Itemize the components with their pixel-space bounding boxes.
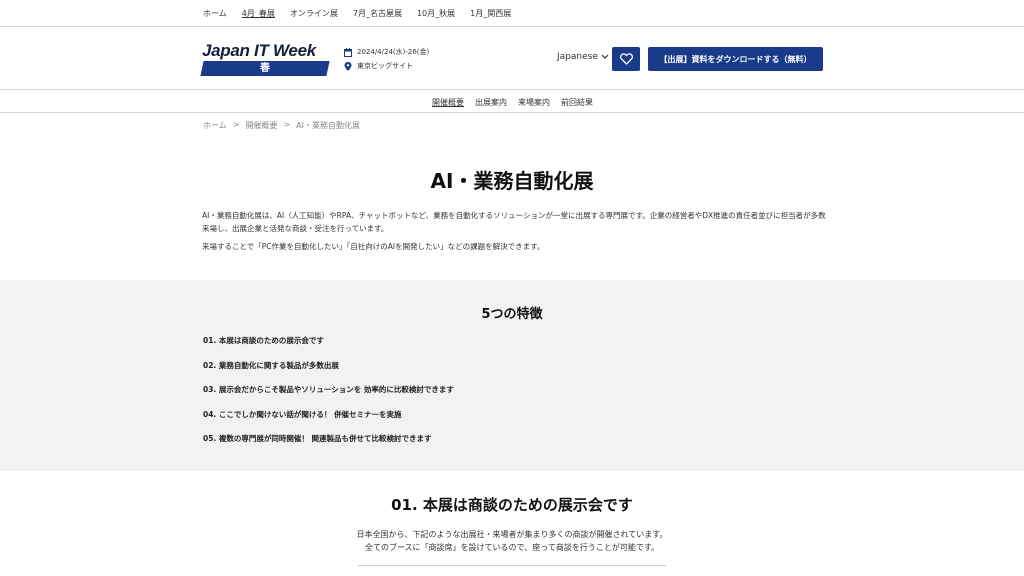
top-nav-link-online[interactable]: オンライン展 bbox=[290, 8, 338, 19]
breadcrumb-home[interactable]: ホーム bbox=[203, 120, 227, 131]
logo-text: Japan IT Week bbox=[202, 41, 316, 60]
sub-nav-items: 開催概要 出展案内 来場案内 前回結果 bbox=[432, 97, 593, 108]
section-01-line-2: 全てのブースに「商談席」を設けているので、座って商談を行うことが可能です。 bbox=[364, 543, 660, 552]
feature-item[interactable]: 04. ここでしか聞けない話が聞ける！ 併催セミナーを実施 bbox=[203, 409, 454, 434]
features-title: 5つの特徴 bbox=[481, 307, 543, 322]
features-section: 5つの特徴 01. 本展は商談のための展示会です 02. 業務自動化に関する製品… bbox=[0, 280, 1024, 471]
calendar-icon bbox=[344, 47, 352, 57]
event-date: 2024/4/24(水)-26(金) bbox=[357, 47, 430, 56]
breadcrumb-separator: > bbox=[232, 120, 240, 129]
intro-paragraph-2: 来場することで「PC作業を自動化したい」「自社向けのAIを開発したい」などの課題… bbox=[202, 242, 545, 251]
sub-nav-exhibitor-info[interactable]: 出展案内 bbox=[475, 97, 507, 108]
event-info: 2024/4/24(水)-26(金) 東京ビッグサイト bbox=[344, 45, 429, 73]
event-date-row: 2024/4/24(水)-26(金) bbox=[344, 45, 429, 59]
section-01-line-1: 日本全国から、下記のような出展社・来場者が集まり多くの商談が開催されています。 bbox=[356, 530, 668, 539]
favorite-button[interactable] bbox=[612, 47, 640, 71]
top-nav-link-nagoya[interactable]: 7月_名古屋展 bbox=[353, 8, 402, 19]
intro-paragraph-1: AI・業務自動化展は、AI（人工知能）やRPA、チャットボットなど、業務を自動化… bbox=[202, 211, 826, 233]
feature-item[interactable]: 03. 展示会だからこそ製品やソリューションを 効率的に比較検討できます bbox=[203, 384, 454, 409]
language-selector[interactable]: Japanese bbox=[557, 52, 609, 62]
breadcrumb: ホーム > 開催概要 > AI・業務自動化展 bbox=[203, 120, 360, 131]
feature-item[interactable]: 02. 業務自動化に関する製品が多数出展 bbox=[203, 360, 454, 385]
section-divider bbox=[358, 565, 666, 566]
site-logo[interactable]: Japan IT Week 春 bbox=[200, 41, 330, 77]
sub-nav: 開催概要 出展案内 来場案内 前回結果 bbox=[0, 91, 1024, 113]
intro-text: AI・業務自動化展は、AI（人工知能）やRPA、チャットボットなど、業務を自動化… bbox=[202, 209, 832, 258]
location-pin-icon bbox=[344, 61, 352, 71]
section-01-title: 01. 本展は商談のための展示会です bbox=[391, 496, 633, 514]
breadcrumb-overview[interactable]: 開催概要 bbox=[245, 120, 277, 131]
logo-season: 春 bbox=[260, 63, 270, 74]
top-nav-link-spring[interactable]: 4月_春展 bbox=[242, 8, 275, 19]
top-nav-link-autumn[interactable]: 10月_秋展 bbox=[417, 8, 455, 19]
feature-item[interactable]: 05. 複数の専門展が同時開催！ 関連製品も併せて比較検討できます bbox=[203, 433, 454, 458]
top-utility-nav: ホーム 4月_春展 オンライン展 7月_名古屋展 10月_秋展 1月_関西展 bbox=[0, 0, 1024, 27]
section-01-text: 日本全国から、下記のような出展社・来場者が集まり多くの商談が開催されています。 … bbox=[0, 528, 1024, 554]
top-nav-links: ホーム 4月_春展 オンライン展 7月_名古屋展 10月_秋展 1月_関西展 bbox=[203, 8, 511, 19]
top-nav-link-home[interactable]: ホーム bbox=[203, 8, 227, 19]
top-nav-link-kansai[interactable]: 1月_関西展 bbox=[470, 8, 511, 19]
page-title: AI・業務自動化展 bbox=[430, 169, 594, 193]
features-list: 01. 本展は商談のための展示会です 02. 業務自動化に関する製品が多数出展 … bbox=[203, 335, 454, 458]
chevron-down-icon bbox=[601, 54, 609, 59]
site-header: Japan IT Week 春 2024/4/24(水)-26(金) 東京ビッグ… bbox=[0, 28, 1024, 90]
sub-nav-visitor-info[interactable]: 来場案内 bbox=[518, 97, 550, 108]
breadcrumb-separator: > bbox=[283, 120, 291, 129]
heart-icon bbox=[619, 53, 633, 65]
feature-item[interactable]: 01. 本展は商談のための展示会です bbox=[203, 335, 454, 360]
language-label: Japanese bbox=[557, 52, 598, 62]
sub-nav-previous-results[interactable]: 前回結果 bbox=[561, 97, 593, 108]
sub-nav-overview[interactable]: 開催概要 bbox=[432, 97, 464, 108]
event-venue: 東京ビッグサイト bbox=[357, 61, 413, 70]
breadcrumb-current: AI・業務自動化展 bbox=[296, 121, 361, 130]
event-venue-row: 東京ビッグサイト bbox=[344, 59, 429, 73]
download-materials-button[interactable]: 【出展】資料をダウンロードする（無料） bbox=[648, 47, 823, 71]
